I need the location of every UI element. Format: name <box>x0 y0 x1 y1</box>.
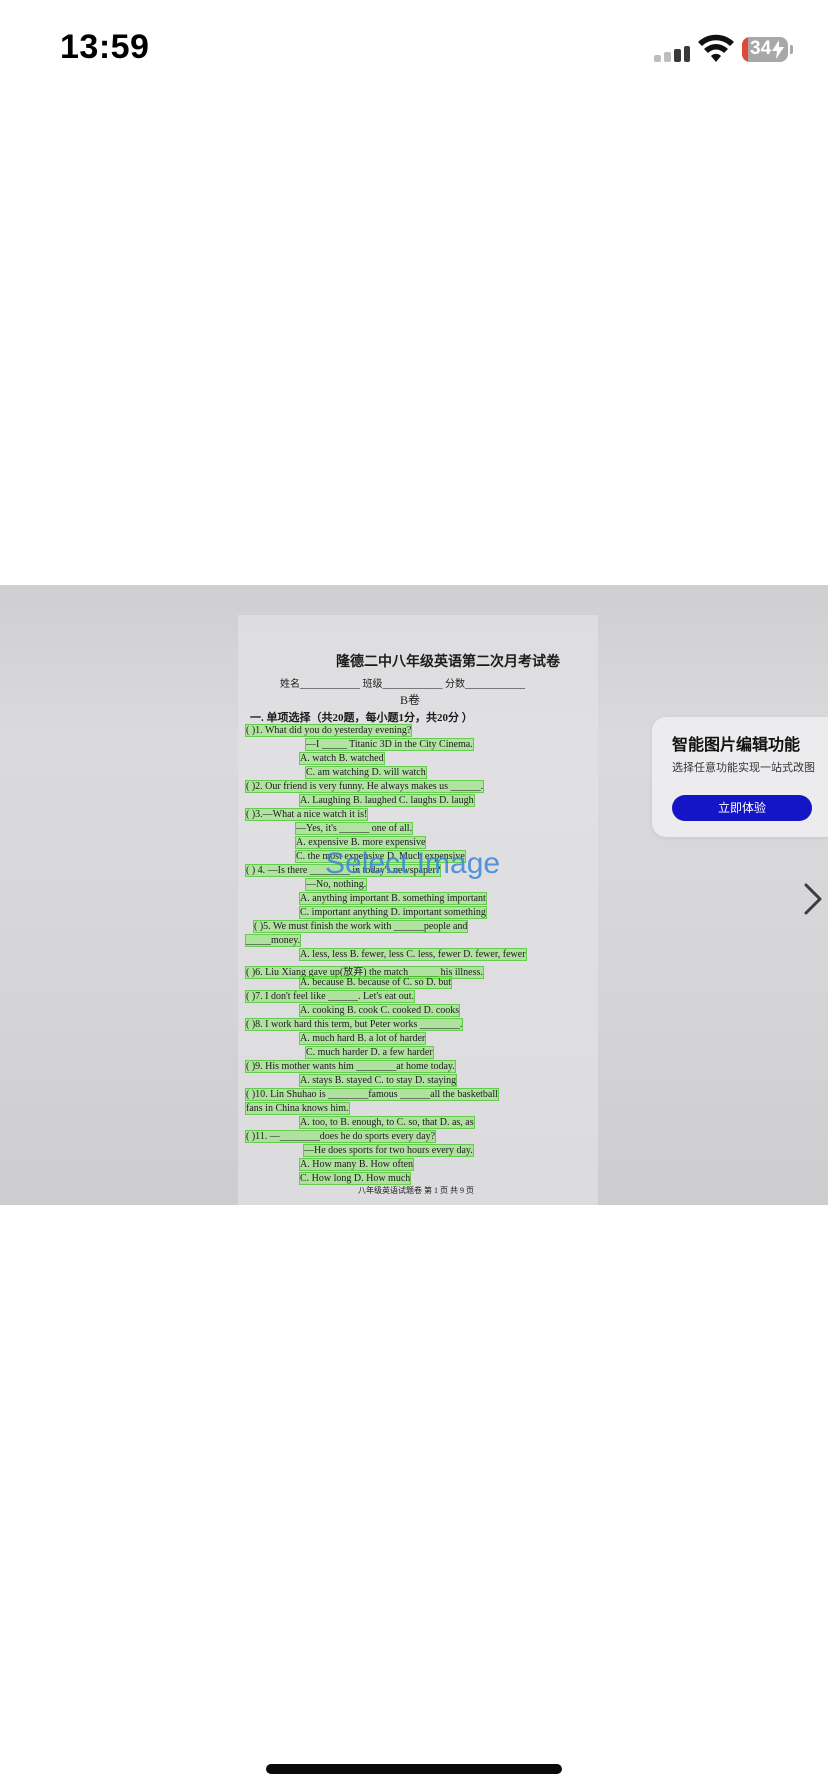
exam-line: A. Laughing B. laughed C. laughs D. laug… <box>299 794 475 807</box>
exam-line: A. less, less B. fewer, less C. less, fe… <box>299 948 527 961</box>
exam-line: ( )7. I don't feel like ______. Let's ea… <box>244 990 416 1003</box>
try-now-button[interactable]: 立即体验 <box>672 795 812 821</box>
exam-line: ( )2. Our friend is very funny. He alway… <box>244 780 485 793</box>
promo-subtitle: 选择任意功能实现一站式改图 <box>672 762 815 774</box>
exam-line: ( )11. —________does he do sports every … <box>244 1130 437 1143</box>
battery-icon: 34 <box>742 37 788 62</box>
wifi-icon <box>698 34 734 62</box>
exam-section: B卷 <box>400 693 421 707</box>
exam-line: A. anything important B. something impor… <box>299 892 487 905</box>
battery-percent: 34 <box>750 38 772 59</box>
exam-line: A. watch B. watched <box>299 752 385 765</box>
exam-line: A. much hard B. a lot of harder <box>298 1032 427 1045</box>
exam-line: ( )6. Liu Xiang gave up(放弃) the match___… <box>245 966 484 979</box>
exam-line: —I _____ Titanic 3D in the City Cinema. <box>305 738 474 751</box>
exam-line: C. am watching D. will watch <box>305 766 427 779</box>
exam-line: A. stays B. stayed C. to stay D. staying <box>298 1074 458 1087</box>
exam-line: A. too, to B. enough, to C. so, that D. … <box>299 1116 475 1129</box>
question-header: 一. 单项选择（共20题，每小题1分，共20分 ） <box>250 712 473 724</box>
exam-fields: 姓名____________ 班级____________ 分数________… <box>280 679 525 690</box>
exam-line: ( )9. His mother wants him ________at ho… <box>245 1060 456 1073</box>
exam-line: _____money. <box>244 934 302 947</box>
exam-line: ( )8. I work hard this term, but Peter w… <box>244 1018 464 1031</box>
exam-title: 隆德二中八年级英语第二次月考试卷 <box>336 655 560 670</box>
exam-line: —He does sports for two hours every day. <box>303 1144 474 1157</box>
status-time: 13:59 <box>60 28 150 66</box>
exam-line: —Yes, it's ______ one of all. <box>294 822 414 835</box>
exam-line: A. cooking B. cook C. cooked D. cooks <box>298 1004 461 1017</box>
exam-line: ( )10. Lin Shuhao is ________famous ____… <box>245 1088 499 1101</box>
exam-line: A. How many B. How often <box>298 1158 415 1171</box>
exam-line: fans in China knows him. <box>245 1102 350 1115</box>
exam-document: 隆德二中八年级英语第二次月考试卷 姓名____________ 班级______… <box>0 585 828 1205</box>
exam-line: C. How long D. How much <box>298 1172 412 1185</box>
exam-footer: 八年级英语试题卷 第 1 页 共 9 页 <box>358 1186 474 1195</box>
image-preview[interactable]: 隆德二中八年级英语第二次月考试卷 姓名____________ 班级______… <box>0 585 828 1205</box>
chevron-right-icon[interactable] <box>800 881 826 917</box>
select-image-label[interactable]: Select Image <box>325 847 500 881</box>
status-bar: 13:59 34 <box>0 0 828 100</box>
exam-line: C. important anything D. important somet… <box>299 906 487 919</box>
home-indicator[interactable] <box>266 1764 562 1774</box>
battery-cap <box>790 45 793 54</box>
exam-line: A. because B. because of C. so D. but <box>298 976 453 989</box>
exam-line: ( )1. What did you do yesterday evening? <box>244 724 413 737</box>
exam-line: ( )5. We must finish the work with _____… <box>252 920 469 933</box>
exam-line: ( )3.—What a nice watch it is! <box>244 808 369 821</box>
signal-icon <box>654 44 690 62</box>
promo-title: 智能图片编辑功能 <box>672 737 801 754</box>
promo-card: 智能图片编辑功能 选择任意功能实现一站式改图 立即体验 <box>652 717 828 837</box>
exam-line: C. much harder D. a few harder <box>305 1046 434 1059</box>
